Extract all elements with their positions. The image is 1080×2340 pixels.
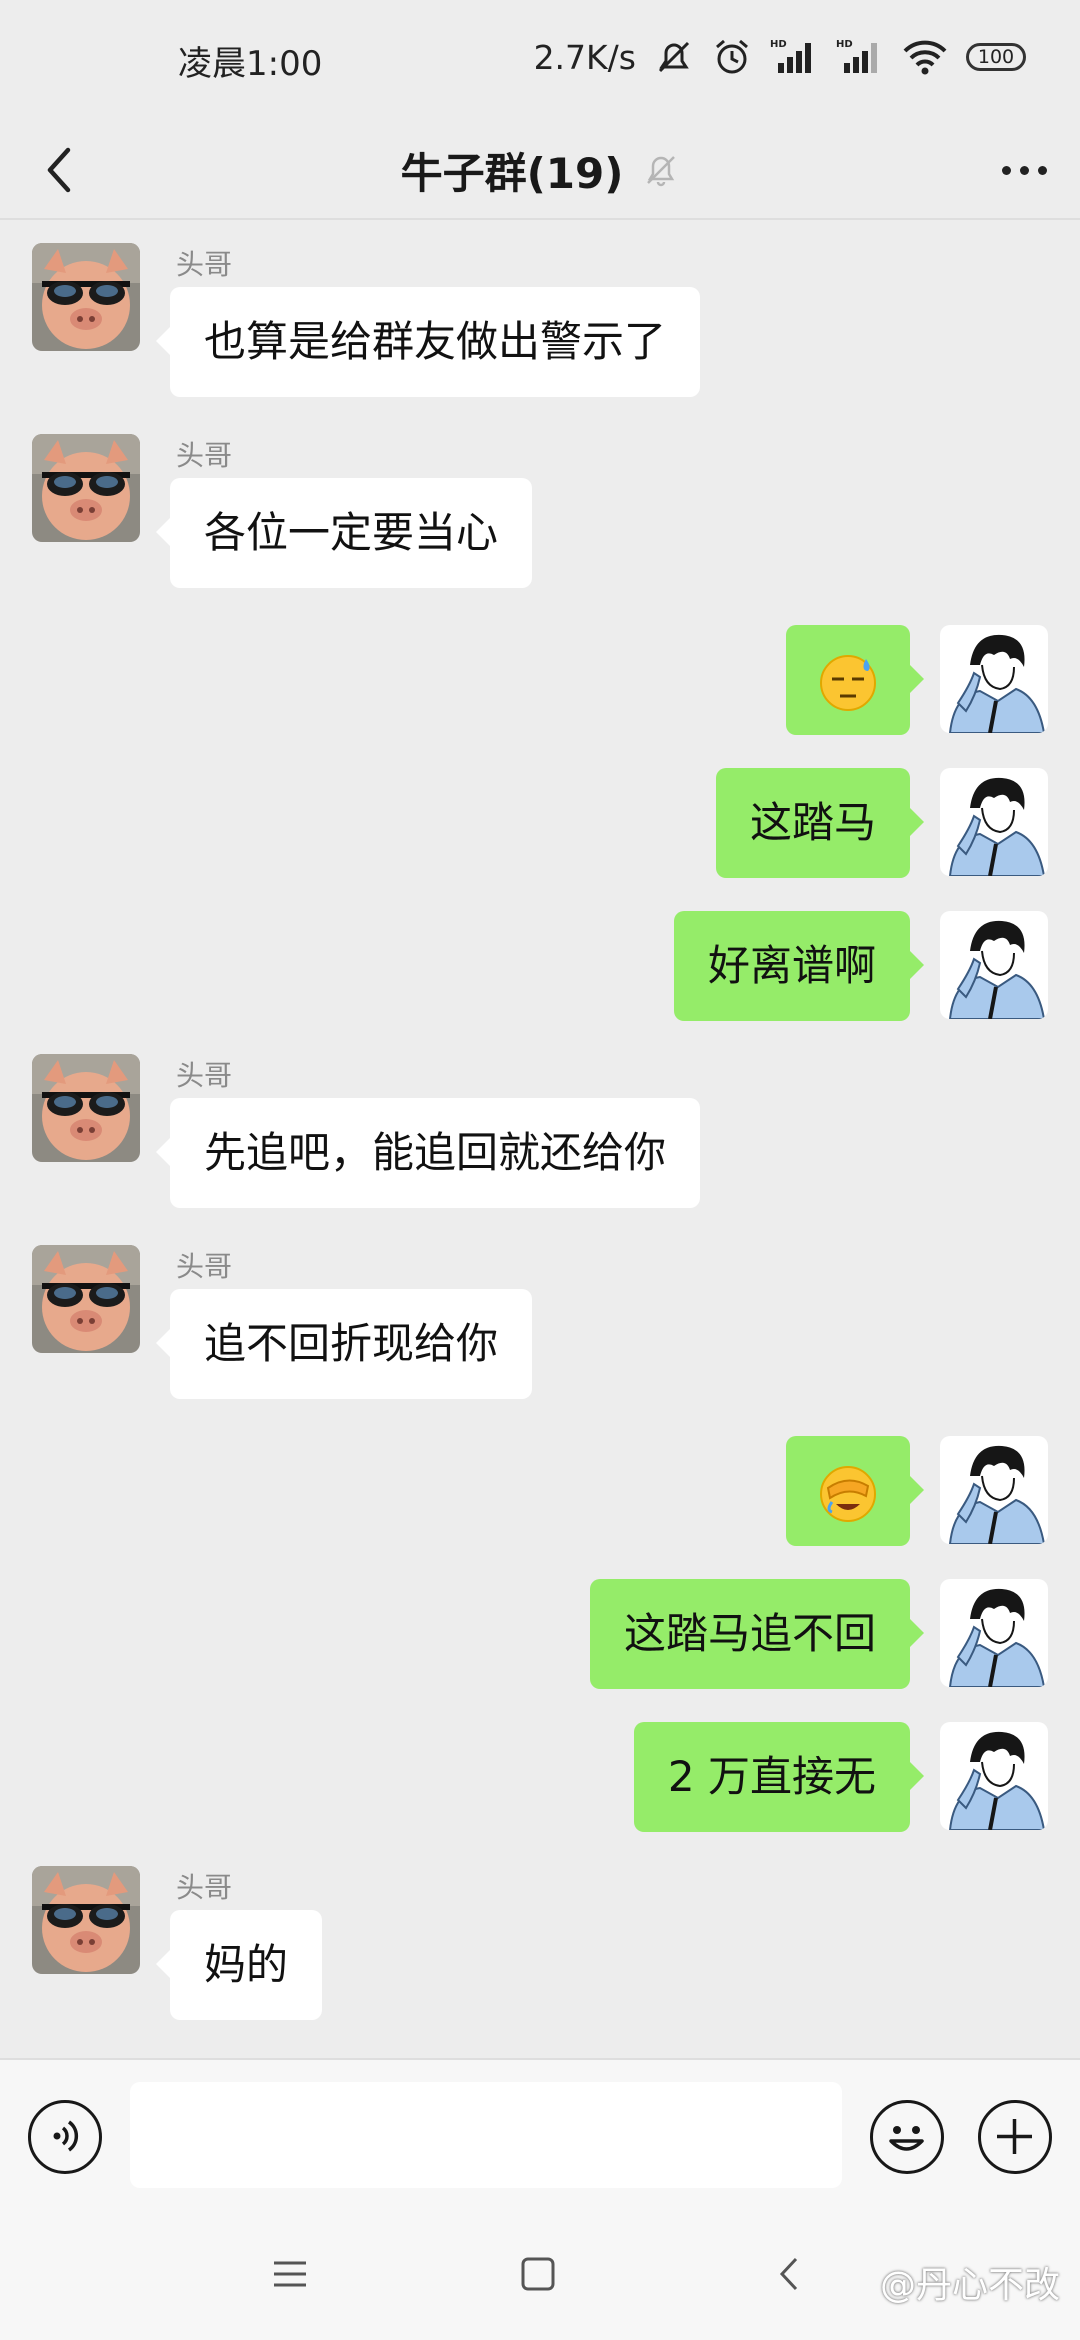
message-bubble-facepalm-laugh-emoji[interactable] — [786, 1436, 924, 1546]
home-square-icon[interactable] — [520, 2256, 556, 2292]
sender-name: 头哥 — [176, 1250, 233, 1283]
sender-avatar[interactable] — [32, 1054, 140, 1162]
message-bubble-sweat-unamused-emoji[interactable] — [786, 625, 924, 735]
self-avatar[interactable] — [940, 625, 1048, 733]
hd-signal-icon: HD — [836, 39, 877, 73]
sender-avatar[interactable] — [32, 434, 140, 542]
message-bubble[interactable]: 妈的 — [155, 1910, 323, 2020]
svg-text:HD: HD — [836, 39, 853, 50]
watermark: @丹心不改 — [879, 2265, 1060, 2306]
self-avatar[interactable] — [940, 1579, 1048, 1687]
menu-icon[interactable] — [272, 2256, 308, 2292]
more-dots-icon[interactable] — [994, 140, 1054, 200]
chat-header: 牛子群(19) — [0, 120, 1080, 220]
message-bubble[interactable]: 这踏马 — [715, 768, 925, 878]
voice-icon[interactable] — [28, 2100, 102, 2174]
message-bubble[interactable]: 好离谱啊 — [673, 911, 925, 1021]
battery-icon: 100 — [966, 43, 1026, 71]
self-avatar[interactable] — [940, 1722, 1048, 1830]
sender-name: 头哥 — [176, 439, 233, 472]
sender-name: 头哥 — [176, 1871, 233, 1904]
mute-notification-icon — [658, 41, 690, 73]
status-bar: 凌晨1:00 2.7K/s HD HD 100 — [0, 0, 1080, 120]
plus-icon[interactable] — [978, 2100, 1052, 2174]
message-bubble[interactable]: 先追吧，能追回就还给你 — [155, 1098, 701, 1208]
sender-avatar[interactable] — [32, 243, 140, 351]
self-avatar[interactable] — [940, 768, 1048, 876]
chat-title[interactable]: 牛子群(19) — [401, 140, 624, 201]
message-input[interactable] — [130, 2082, 842, 2188]
header-divider — [0, 218, 1080, 220]
hd-signal-icon: HD — [770, 39, 811, 73]
smiley-icon[interactable] — [870, 2100, 944, 2174]
back-arrow-icon[interactable] — [772, 2256, 808, 2292]
sender-avatar[interactable] — [32, 1866, 140, 1974]
message-bubble[interactable]: 这踏马追不回 — [589, 1579, 925, 1689]
title-wrap: 牛子群(19) — [0, 120, 1080, 220]
message-bubble[interactable]: 2 万直接无 — [633, 1722, 925, 1832]
sender-name: 头哥 — [176, 248, 233, 281]
message-bubble[interactable]: 各位一定要当心 — [155, 478, 533, 588]
sender-avatar[interactable] — [32, 1245, 140, 1353]
alarm-icon — [716, 39, 748, 74]
status-icons: 2.7K/s HD HD 100 — [534, 30, 1026, 84]
input-bar — [0, 2058, 1080, 2216]
status-time: 凌晨1:00 — [178, 44, 323, 84]
self-avatar[interactable] — [940, 911, 1048, 1019]
message-bubble[interactable]: 追不回折现给你 — [155, 1289, 533, 1399]
sender-name: 头哥 — [176, 1059, 233, 1092]
bell-muted-icon — [647, 156, 676, 187]
self-avatar[interactable] — [940, 1436, 1048, 1544]
net-speed: 2.7K/s — [533, 37, 636, 77]
svg-text:HD: HD — [770, 39, 787, 50]
message-bubble[interactable]: 也算是给群友做出警示了 — [155, 287, 701, 397]
wifi-icon — [903, 40, 947, 75]
